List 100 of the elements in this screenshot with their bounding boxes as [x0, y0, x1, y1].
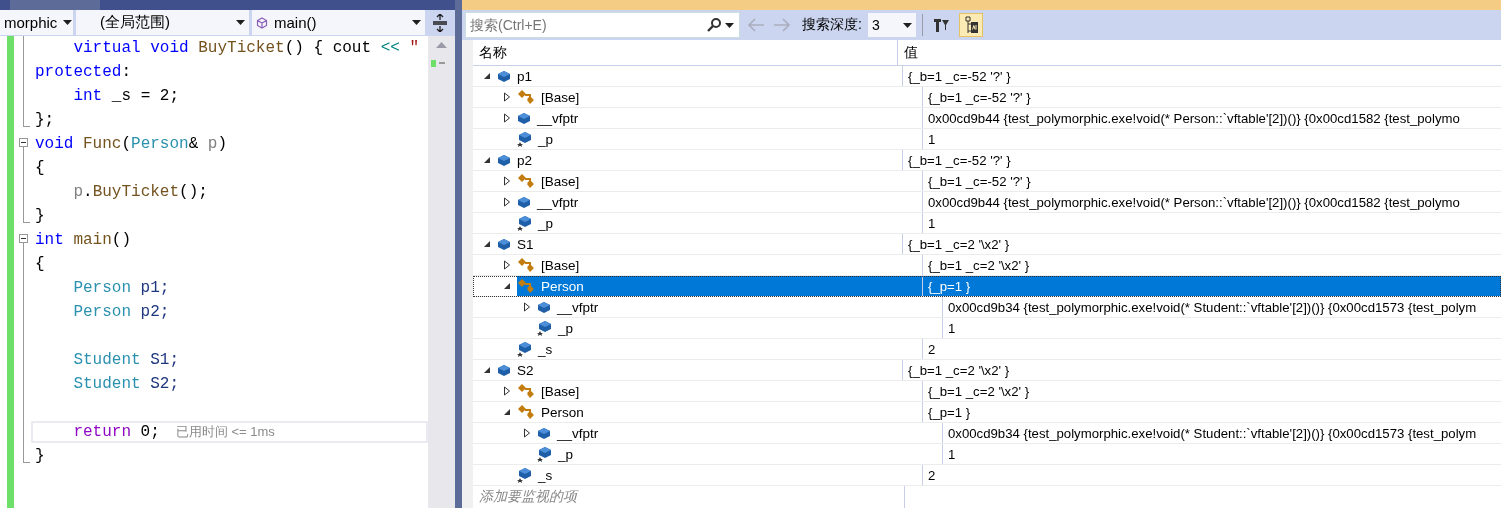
- variable-name: __vfptr: [557, 299, 599, 315]
- depth-dropdown[interactable]: 3: [867, 13, 916, 38]
- object-icon: [497, 364, 511, 376]
- variable-value: 1: [928, 215, 936, 231]
- change-marker: [431, 60, 436, 67]
- watch-row[interactable]: [Base] {_b=1 _c=-52 '?' }: [473, 87, 1501, 108]
- code-line: {: [35, 159, 45, 177]
- variable-value: 0x00cd9b34 {test_polymorphic.exe!void(* Student::`vftable'[2])()} {0x00cd1573 {test_polym: [948, 425, 1477, 441]
- variable-name: Person: [541, 404, 584, 420]
- variable-value: {_b=1 _c=2 '\x2' }: [908, 362, 1010, 378]
- scrollbar[interactable]: [428, 36, 455, 508]
- variable-name: _p: [558, 320, 574, 336]
- fold-end-line: [23, 444, 30, 463]
- collapse-icon[interactable]: [19, 234, 28, 243]
- class-icon: [517, 89, 535, 105]
- caret-icon: [902, 22, 912, 28]
- variable-value: {_b=1 _c=-52 '?' }: [928, 89, 1031, 105]
- variable-name: __vfptr: [557, 425, 599, 441]
- class-icon: [517, 173, 535, 189]
- caret-icon: [63, 20, 73, 25]
- code-line: int _s = 2;: [72, 87, 180, 105]
- watch-row[interactable]: S1 {_b=1 _c=2 '\x2' }: [473, 234, 1501, 255]
- variable-value: {_b=1 _c=2 '\x2' }: [928, 383, 1030, 399]
- watch-row[interactable]: [Base] {_b=1 _c=2 '\x2' }: [473, 381, 1501, 402]
- code-line: p.BuyTicket();: [72, 183, 208, 201]
- code-line: };: [35, 111, 55, 129]
- variable-value: 2: [928, 341, 936, 357]
- watch-row[interactable]: _s 2: [473, 465, 1501, 486]
- watch-row[interactable]: p2 {_b=1 _c=-52 '?' }: [473, 150, 1501, 171]
- field-icon: [517, 131, 532, 147]
- project-dropdown[interactable]: morphic: [0, 10, 73, 35]
- variable-value: 1: [948, 446, 956, 462]
- column-header[interactable]: 值: [898, 40, 1501, 65]
- variable-name: S2: [517, 362, 534, 378]
- watch-row[interactable]: _p 1: [473, 444, 1501, 465]
- variable-name: Person: [541, 278, 584, 294]
- field-icon: [537, 446, 552, 462]
- variable-name: _p: [558, 446, 574, 462]
- code-line: Person p1;: [72, 279, 170, 297]
- code-line: virtual void BuyTicket() { cout << ": [72, 39, 420, 57]
- scope-dropdown[interactable]: (全局范围): [76, 10, 249, 35]
- watch-row[interactable]: _p 1: [473, 318, 1501, 339]
- collapse-icon[interactable]: [19, 138, 28, 147]
- object-icon: [537, 301, 551, 313]
- code-line: }: [35, 447, 45, 465]
- watch-row[interactable]: S2 {_b=1 _c=2 '\x2' }: [473, 360, 1501, 381]
- watch-row[interactable]: _p 1: [473, 213, 1501, 234]
- class-icon: [517, 257, 535, 273]
- code-line: Person p2;: [72, 303, 170, 321]
- variable-value: {_b=1 _c=-52 '?' }: [908, 68, 1011, 84]
- variable-name: _p: [538, 215, 554, 231]
- caret-icon: [236, 20, 245, 25]
- object-icon: [517, 196, 531, 208]
- variable-value: 0x00cd9b34 {test_polymorphic.exe!void(* Student::`vftable'[2])()} {0x00cd1573 {test_polym: [948, 299, 1477, 315]
- object-icon: [497, 238, 511, 250]
- fold-end-line: [23, 108, 30, 127]
- watch-row[interactable]: Person {_p=1 }: [473, 402, 1501, 423]
- watch-row[interactable]: p1 {_b=1 _c=-52 '?' }: [473, 66, 1501, 87]
- watch-row[interactable]: __vfptr 0x00cd9b34 {test_polymorphic.exe!void(* Student::`vftable'[2])()} {0x00cd1573 {test_polym: [473, 423, 1501, 444]
- variable-value: 2: [928, 467, 936, 483]
- watch-row[interactable]: __vfptr 0x00cd9b44 {test_polymorphic.exe!void(* Person::`vftable'[2])()} {0x00cd1582 {test_polymo: [473, 192, 1501, 213]
- add-watch-field[interactable]: 添加要监视的项: [473, 486, 905, 508]
- split-icon[interactable]: [433, 13, 447, 32]
- variable-name: _p: [538, 131, 554, 147]
- member-dropdown[interactable]: main(): [252, 10, 425, 35]
- search-field[interactable]: 搜索(Ctrl+E): [465, 12, 740, 39]
- variable-value: {_b=1 _c=-52 '?' }: [928, 173, 1031, 189]
- variable-value: 0x00cd9b44 {test_polymorphic.exe!void(* Person::`vftable'[2])()} {0x00cd1582 {test_polymo: [928, 110, 1460, 126]
- class-icon: [517, 404, 535, 420]
- watch-row[interactable]: [Base] {_b=1 _c=-52 '?' }: [473, 171, 1501, 192]
- variable-name: S1: [517, 236, 534, 252]
- variable-value: {_b=1 _c=2 '\x2' }: [928, 257, 1030, 273]
- code-line: Student S2;: [72, 375, 180, 393]
- column-header[interactable]: 名称: [473, 40, 898, 65]
- variable-value: 0x00cd9b44 {test_polymorphic.exe!void(* Person::`vftable'[2])()} {0x00cd1582 {test_polymo: [928, 194, 1460, 210]
- variable-value: {_p=1 }: [928, 278, 971, 294]
- code-line: protected:: [35, 63, 132, 81]
- caret-icon: [412, 20, 421, 25]
- variable-name: [Base]: [541, 257, 580, 273]
- format-icon: [962, 16, 979, 35]
- field-icon: [517, 215, 532, 231]
- watch-row[interactable]: __vfptr 0x00cd9b44 {test_polymorphic.exe!void(* Person::`vftable'[2])()} {0x00cd1582 {test_polymo: [473, 108, 1501, 129]
- fold-end-line: [23, 204, 30, 223]
- format-toggle[interactable]: [958, 13, 983, 38]
- class-icon: [517, 383, 535, 399]
- watch-row[interactable]: _p 1: [473, 129, 1501, 150]
- variable-name: [Base]: [541, 173, 580, 189]
- object-icon: [497, 154, 511, 166]
- watch-row[interactable]: __vfptr 0x00cd9b34 {test_polymorphic.exe!void(* Student::`vftable'[2])()} {0x00cd1573 {test_polym: [473, 297, 1501, 318]
- code-line: {: [35, 255, 45, 273]
- caret-icon: [725, 22, 734, 28]
- search-icon: [707, 18, 721, 33]
- object-icon: [537, 427, 551, 439]
- code-line: return 0;: [72, 423, 160, 441]
- watch-row[interactable]: _s 2: [473, 339, 1501, 360]
- variable-name: _s: [538, 341, 553, 357]
- object-icon: [517, 112, 531, 124]
- code-line: int main(): [35, 231, 132, 249]
- variable-value: {_p=1 }: [928, 404, 971, 420]
- perf-tip: 已用时间 <= 1ms: [175, 423, 275, 441]
